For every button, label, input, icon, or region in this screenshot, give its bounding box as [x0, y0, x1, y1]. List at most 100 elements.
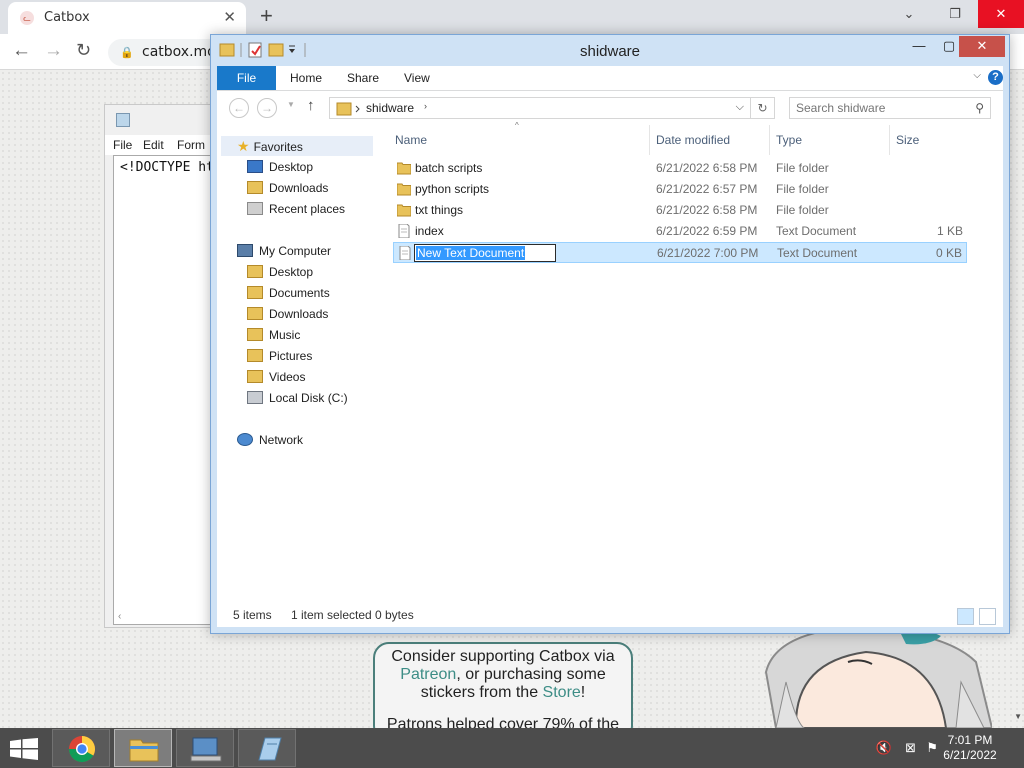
file-row[interactable]: index 6/21/2022 6:59 PM Text Document 1 …	[393, 221, 967, 242]
nav-pc-downloads-label: Downloads	[269, 307, 329, 321]
nav-network[interactable]: Network	[237, 430, 303, 450]
address-toolbar: ← → ▼ ↑ shidware › ⌵ ↻ ⚲	[217, 91, 1003, 125]
column-header-type[interactable]: Type	[776, 133, 802, 147]
browser-window-controls: ⌄ ❐ ✕	[886, 0, 1024, 30]
volume-muted-icon[interactable]: 🔇	[876, 740, 892, 756]
file-name: batch scripts	[415, 161, 483, 175]
nav-favorites-label: Favorites	[253, 140, 303, 154]
clock-date: 6/21/2022	[943, 748, 997, 762]
browser-close-button[interactable]: ✕	[978, 0, 1024, 28]
nav-pc-videos[interactable]: Videos	[247, 367, 305, 387]
anime-mascot-illustration	[764, 632, 992, 728]
nav-pc-desktop[interactable]: Desktop	[247, 262, 313, 282]
explorer-close-button[interactable]: ✕	[959, 36, 1005, 57]
file-row[interactable]: python scripts 6/21/2022 6:57 PM File fo…	[393, 179, 967, 200]
column-divider[interactable]	[769, 125, 770, 155]
tab-home[interactable]: Home	[277, 66, 335, 90]
nav-pc-local-disk[interactable]: Local Disk (C:)	[247, 388, 348, 408]
column-header-size[interactable]: Size	[896, 133, 919, 147]
column-divider[interactable]	[649, 125, 650, 155]
large-icons-view-icon[interactable]	[979, 608, 996, 625]
promo-line1: Consider supporting Catbox via	[391, 648, 615, 665]
patreon-link[interactable]: Patreon	[400, 666, 456, 683]
documents-folder-icon	[247, 286, 263, 299]
nav-favorites[interactable]: ★ Favorites	[221, 136, 373, 156]
forward-button[interactable]: →	[257, 98, 277, 118]
forward-arrow-icon[interactable]: →	[44, 40, 63, 62]
search-icon[interactable]: ⚲	[975, 101, 984, 115]
promo-line2: , or purchasing some	[456, 666, 606, 683]
promo-line3-end: !	[580, 684, 586, 701]
recent-locations-icon[interactable]: ▼	[287, 100, 295, 109]
nav-fav-downloads[interactable]: Downloads	[247, 178, 328, 198]
ribbon-tabs: File Home Share View ⌵ ?	[217, 66, 1003, 91]
tab-share[interactable]: Share	[334, 66, 392, 90]
tab-view[interactable]: View	[391, 66, 443, 90]
file-explorer-icon	[129, 739, 159, 762]
help-icon[interactable]: ?	[988, 70, 1003, 85]
downloads-folder-icon	[247, 307, 263, 320]
up-arrow-icon[interactable]: ↑	[307, 97, 315, 114]
network-disconnected-icon[interactable]: ⊠	[905, 740, 916, 756]
back-button[interactable]: ←	[229, 98, 249, 118]
browser-minimize-button[interactable]: ⌄	[886, 0, 932, 28]
desktop-icon	[247, 160, 263, 173]
status-item-count: 5 items	[233, 608, 272, 622]
nav-fav-recent[interactable]: Recent places	[247, 199, 345, 219]
tab-file[interactable]: File	[217, 66, 276, 90]
breadcrumb-shidware[interactable]: shidware	[366, 101, 414, 115]
explorer-minimize-button[interactable]: —	[905, 36, 933, 57]
taskbar-my-computer[interactable]	[176, 729, 234, 767]
menu-file[interactable]: File	[113, 138, 132, 152]
file-row[interactable]: batch scripts 6/21/2022 6:58 PM File fol…	[393, 158, 967, 179]
breadcrumb-chevron-icon[interactable]: ›	[424, 101, 427, 111]
text-file-icon	[398, 224, 410, 238]
explorer-window-title: shidware	[579, 43, 641, 60]
menu-edit[interactable]: Edit	[143, 138, 164, 152]
search-input[interactable]	[796, 101, 966, 115]
file-row-selected[interactable]: New Text Document 6/21/2022 7:00 PM Text…	[393, 242, 967, 263]
file-type: File folder	[776, 182, 829, 196]
file-size: 0 KB	[935, 246, 962, 260]
column-header-date[interactable]: Date modified	[656, 133, 730, 147]
file-explorer-window: shidware — ▢ ✕ File Home Share View ⌵ ? …	[210, 34, 1010, 634]
back-arrow-icon[interactable]: ←	[12, 40, 31, 62]
pictures-folder-icon	[247, 349, 263, 362]
file-row[interactable]: txt things 6/21/2022 6:58 PM File folder	[393, 200, 967, 221]
address-dropdown-icon[interactable]: ⌵	[736, 101, 744, 114]
folder-breadcrumb-icon	[336, 102, 360, 116]
windows-start-icon[interactable]	[10, 738, 38, 760]
tab-close-icon[interactable]: ✕	[223, 8, 236, 26]
nav-fav-desktop[interactable]: Desktop	[247, 157, 313, 177]
details-view-icon[interactable]	[957, 608, 974, 625]
reload-icon[interactable]: ↻	[76, 40, 91, 61]
taskbar-chrome[interactable]	[52, 729, 110, 767]
nav-my-computer[interactable]: My Computer	[237, 241, 331, 261]
taskbar-file-explorer[interactable]	[114, 729, 172, 767]
nav-network-label: Network	[259, 433, 304, 447]
browser-tab[interactable]: ᓚ Catbox ✕	[8, 2, 246, 34]
folder-icon	[397, 162, 411, 175]
refresh-button[interactable]: ↻	[751, 97, 775, 119]
search-field[interactable]: ⚲	[789, 97, 991, 119]
explorer-address-field[interactable]: shidware › ⌵	[329, 97, 751, 119]
nav-pc-pictures[interactable]: Pictures	[247, 346, 312, 366]
new-tab-button[interactable]: +	[260, 3, 273, 29]
menu-format[interactable]: Form	[177, 138, 205, 152]
sort-ascending-icon: ^	[515, 121, 519, 130]
nav-pc-downloads[interactable]: Downloads	[247, 304, 328, 324]
taskbar-notepad[interactable]	[238, 729, 296, 767]
ribbon-expand-chevron-icon[interactable]: ⌵	[973, 70, 981, 81]
rename-input[interactable]: New Text Document	[414, 244, 556, 262]
nav-pc-documents[interactable]: Documents	[247, 283, 330, 303]
taskbar-clock[interactable]: 7:01 PM 6/21/2022	[930, 733, 1010, 763]
page-scroll-down-icon[interactable]: ▼	[1014, 712, 1022, 721]
column-header-name[interactable]: Name	[395, 133, 427, 147]
column-divider[interactable]	[889, 125, 890, 155]
file-name: txt things	[415, 203, 464, 217]
browser-restore-button[interactable]: ❐	[932, 0, 978, 28]
scroll-left-icon[interactable]: ‹	[118, 611, 121, 622]
downloads-folder-icon	[247, 181, 263, 194]
store-link[interactable]: Store	[543, 684, 581, 701]
nav-pc-music[interactable]: Music	[247, 325, 300, 345]
